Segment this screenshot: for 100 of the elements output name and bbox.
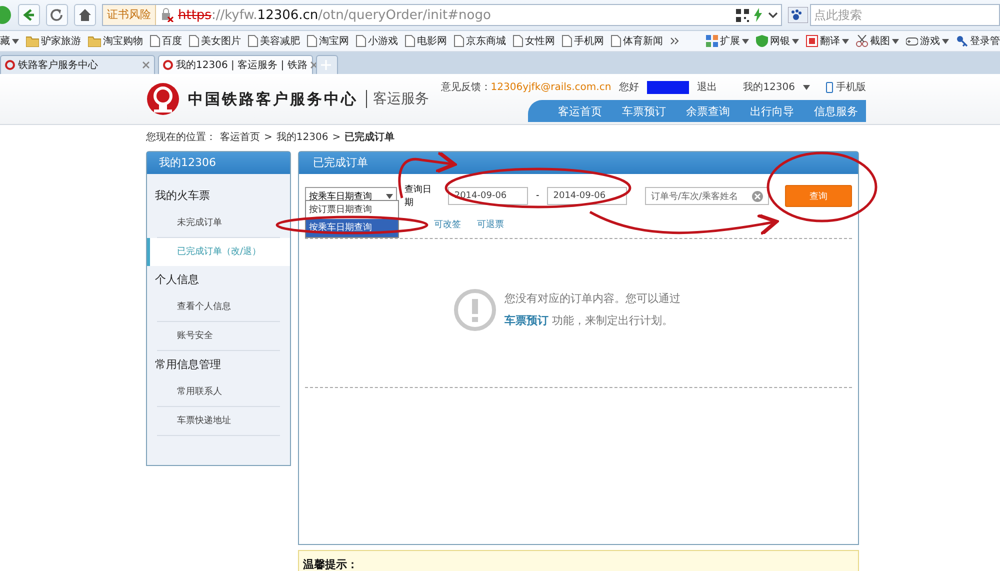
gamepad-icon [906,35,918,47]
feedback-text: 意见反馈：12306yjfk@rails.com.cn [440,80,612,94]
bookmark-link[interactable]: 驴家旅游 [41,34,81,48]
sidebar-group-title: 个人信息 [154,272,200,288]
sidebar-item[interactable]: 车票快递地址 [157,407,280,436]
page-icon [248,35,258,47]
mobile-link[interactable]: 手机版 [836,80,866,94]
bookmark-link[interactable]: 淘宝购物 [103,34,143,48]
toolbar-item[interactable]: 翻译 [820,34,840,48]
ticket-booking-link[interactable]: 车票预订 [504,314,548,327]
page-icon [513,35,523,47]
breadcrumb-label: 您现在的位置： [146,130,216,144]
breadcrumb-separator: > [332,132,341,142]
nav-link[interactable]: 余票查询 [686,104,730,118]
exclamation-icon [452,288,496,332]
date-label: 查询日期 [404,184,433,209]
railway-logo-icon [146,82,180,116]
caret-icon [12,38,19,44]
puzzle-icon [706,35,718,47]
browser-tab[interactable]: 我的12306 | 客运服务 | 铁路 [158,55,313,74]
phone-icon [826,82,833,92]
toolbar-item[interactable]: 网银 [770,34,790,48]
page-icon [189,35,199,47]
plus-icon [321,60,331,70]
account-menu[interactable]: 我的12306 [743,80,795,94]
nav-link[interactable]: 客运首页 [558,104,602,118]
certificate-warning-badge: 证书风险 [103,5,156,25]
scissors-icon [856,35,868,47]
toolbar-item[interactable]: 登录管 [970,34,1000,48]
redaction-block [647,80,690,94]
sidebar-item[interactable]: 常用联系人 [157,378,280,407]
bookmark-link[interactable]: 电影网 [417,34,447,48]
back-button[interactable] [18,4,40,26]
new-tab-button[interactable] [316,55,338,74]
refresh-button[interactable] [46,4,68,26]
date-separator: - [536,191,540,201]
shield-icon [756,35,768,47]
warning-lock-icon [160,8,174,22]
railway-logo-icon [163,60,173,70]
paw-icon [788,7,808,23]
site-name: 中国铁路客户服务中心 [188,90,358,108]
bookmark-link[interactable]: 淘宝网 [319,34,349,48]
qr-code-icon[interactable] [736,8,749,22]
end-date-field[interactable]: 2014-09-06 [547,187,627,205]
page-icon [562,35,572,47]
caret-icon [792,38,799,44]
search-field[interactable]: 点此搜索 [810,4,1000,26]
page-icon [405,35,415,47]
clear-icon[interactable] [752,190,764,202]
caret-icon [803,84,810,90]
page-icon [307,35,317,47]
nav-link[interactable]: 车票预订 [622,104,666,118]
sidebar-item[interactable]: 查看个人信息 [157,293,280,322]
breadcrumb-separator: > [264,132,272,142]
sidebar-title: 我的12306 [147,152,290,174]
home-button[interactable] [74,4,96,26]
railway-logo-icon [5,60,15,70]
folder-icon [88,36,101,46]
order-search-field[interactable]: 订单号/车次/乘客姓名 [644,187,770,205]
folder-icon [26,36,39,46]
nav-link[interactable]: 信息服务 [814,104,858,118]
page-icon [356,35,366,47]
breadcrumb-link[interactable]: 我的12306 [276,130,328,144]
breadcrumb-link[interactable]: 客运首页 [220,130,260,144]
more-chevron-icon[interactable] [670,37,679,45]
nav-link[interactable]: 出行向导 [750,104,794,118]
key-icon [956,35,968,47]
close-icon[interactable] [310,61,318,69]
bookmark-menu[interactable]: 藏 [0,34,10,48]
sidebar-group-title: 常用信息管理 [154,357,222,373]
bookmark-link[interactable]: 百度 [162,34,182,48]
toolbar-item[interactable]: 截图 [870,34,890,48]
bookmark-link[interactable]: 女性网 [525,34,555,48]
bookmark-link[interactable]: 体育新闻 [623,34,663,48]
tip-title: 温馨提示： [303,558,358,571]
browser-tab[interactable]: 铁路客户服务中心 [0,55,155,74]
bookmark-link[interactable]: 美容减肥 [260,34,300,48]
page-icon [150,35,160,47]
bookmark-link[interactable]: 美女图片 [201,34,241,48]
caret-icon [942,38,949,44]
close-icon[interactable] [142,61,150,69]
panel-title: 已完成订单 [299,152,858,174]
start-date-field[interactable]: 2014-09-06 [448,187,528,205]
breadcrumb-current: 已完成订单 [344,130,395,144]
url-text: https://kyfw.12306.cn/otn/queryOrder/init#nogo [178,8,492,22]
bookmark-link[interactable]: 手机网 [574,34,604,48]
sidebar-item[interactable]: 账号安全 [157,322,280,351]
filter-tab[interactable]: 可改签 [434,218,461,232]
toolbar-item[interactable]: 扩展 [720,34,740,48]
bookmark-link[interactable]: 小游戏 [368,34,398,48]
toolbar-item[interactable]: 游戏 [920,34,940,48]
page-icon [454,35,464,47]
sidebar-group-title: 我的火车票 [154,188,211,204]
address-bar[interactable]: 证书风险 https://kyfw.12306.cn/otn/queryOrder/init#nogo [102,4,782,26]
filter-tab[interactable]: 可退票 [477,218,504,232]
logout-link[interactable]: 退出 [697,80,718,94]
caret-icon [892,38,899,44]
site-subtitle: 客运服务 [366,90,429,108]
bookmark-link[interactable]: 京东商城 [466,34,506,48]
caret-icon [742,38,749,44]
